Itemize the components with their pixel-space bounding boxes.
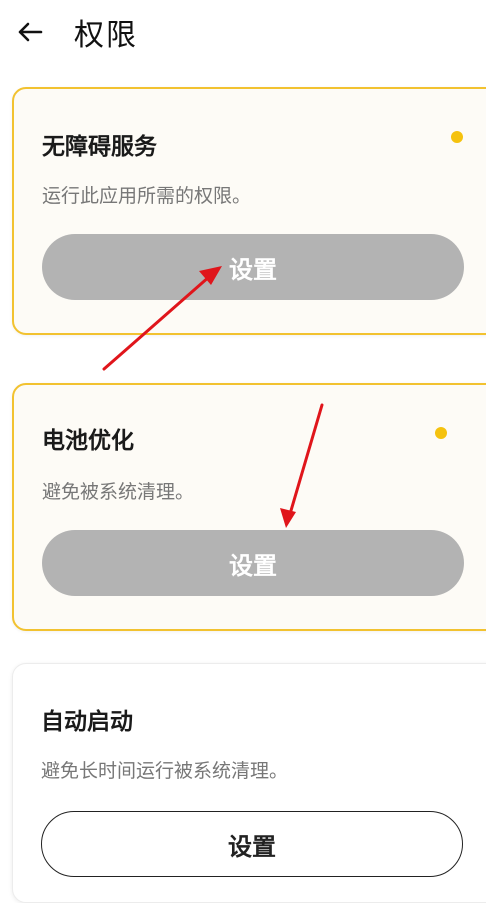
card-title: 电池优化 xyxy=(42,428,134,454)
app-header: 权限 xyxy=(0,0,486,64)
permission-card-battery: 电池优化 避免被系统清理。 设置 xyxy=(12,383,486,631)
permission-card-autostart: 自动启动 避免长时间运行被系统清理。 设置 xyxy=(12,663,486,903)
status-dot xyxy=(435,427,447,439)
settings-button[interactable]: 设置 xyxy=(42,530,464,596)
card-description: 避免被系统清理。 xyxy=(42,481,195,503)
settings-button[interactable]: 设置 xyxy=(41,811,463,877)
card-title: 自动启动 xyxy=(41,709,133,735)
status-dot xyxy=(451,131,463,143)
page-title: 权限 xyxy=(74,18,138,53)
card-description: 运行此应用所需的权限。 xyxy=(42,185,252,207)
arrow-left-icon xyxy=(18,22,43,42)
permission-card-accessibility: 无障碍服务 运行此应用所需的权限。 设置 xyxy=(12,87,486,335)
back-button[interactable] xyxy=(10,14,50,50)
card-description: 避免长时间运行被系统清理。 xyxy=(41,760,289,782)
settings-button[interactable]: 设置 xyxy=(42,234,464,300)
card-title: 无障碍服务 xyxy=(42,134,157,160)
